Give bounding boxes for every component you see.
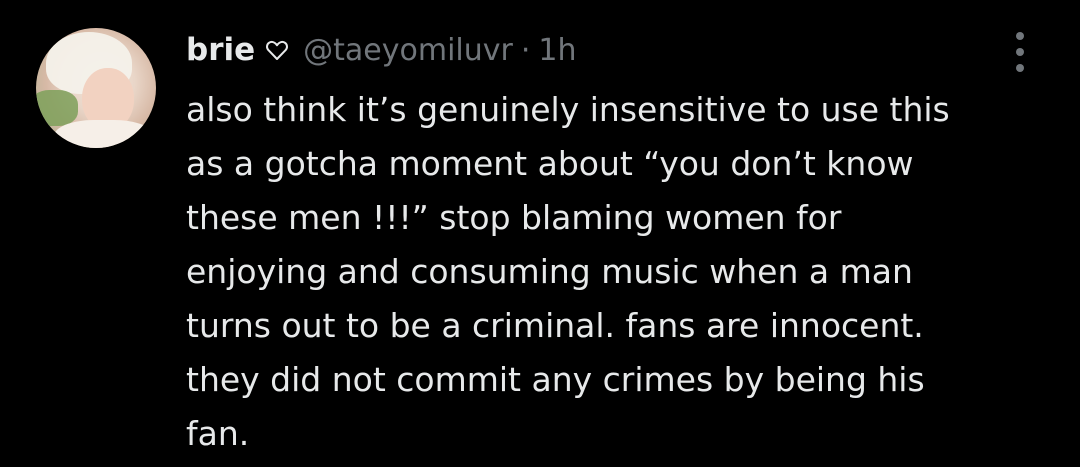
tweet-text-line: fan. — [186, 414, 250, 453]
tweet-text-line: they did not commit any crimes by being … — [186, 360, 925, 399]
tweet-text: also think it’s genuinely insensitive to… — [186, 83, 1046, 461]
tweet-text-line: these men !!!” stop blaming women for — [186, 198, 842, 237]
avatar-shirt — [54, 120, 154, 148]
tweet-header: brie @taeyomiluvr · 1h — [186, 26, 577, 74]
tweet-text-line: also think it’s genuinely insensitive to… — [186, 90, 950, 129]
tweet-text-line: turns out to be a criminal. fans are inn… — [186, 306, 924, 345]
tweet-text-line: as a gotcha moment about “you don’t know — [186, 144, 914, 183]
heart-outline-icon — [266, 40, 289, 60]
avatar-foliage — [36, 90, 78, 126]
more-dot — [1016, 32, 1024, 40]
tweet-text-line: enjoying and consuming music when a man — [186, 252, 913, 291]
tweet[interactable]: brie @taeyomiluvr · 1h also think it’s g… — [0, 0, 1080, 467]
display-name[interactable]: brie — [186, 32, 255, 68]
more-dot — [1016, 64, 1024, 72]
more-dot — [1016, 48, 1024, 56]
separator-dot: · — [520, 32, 531, 68]
user-handle[interactable]: @taeyomiluvr — [303, 33, 513, 68]
more-vertical-icon[interactable] — [1012, 32, 1028, 72]
avatar[interactable] — [36, 28, 156, 148]
timestamp[interactable]: 1h — [538, 33, 576, 68]
